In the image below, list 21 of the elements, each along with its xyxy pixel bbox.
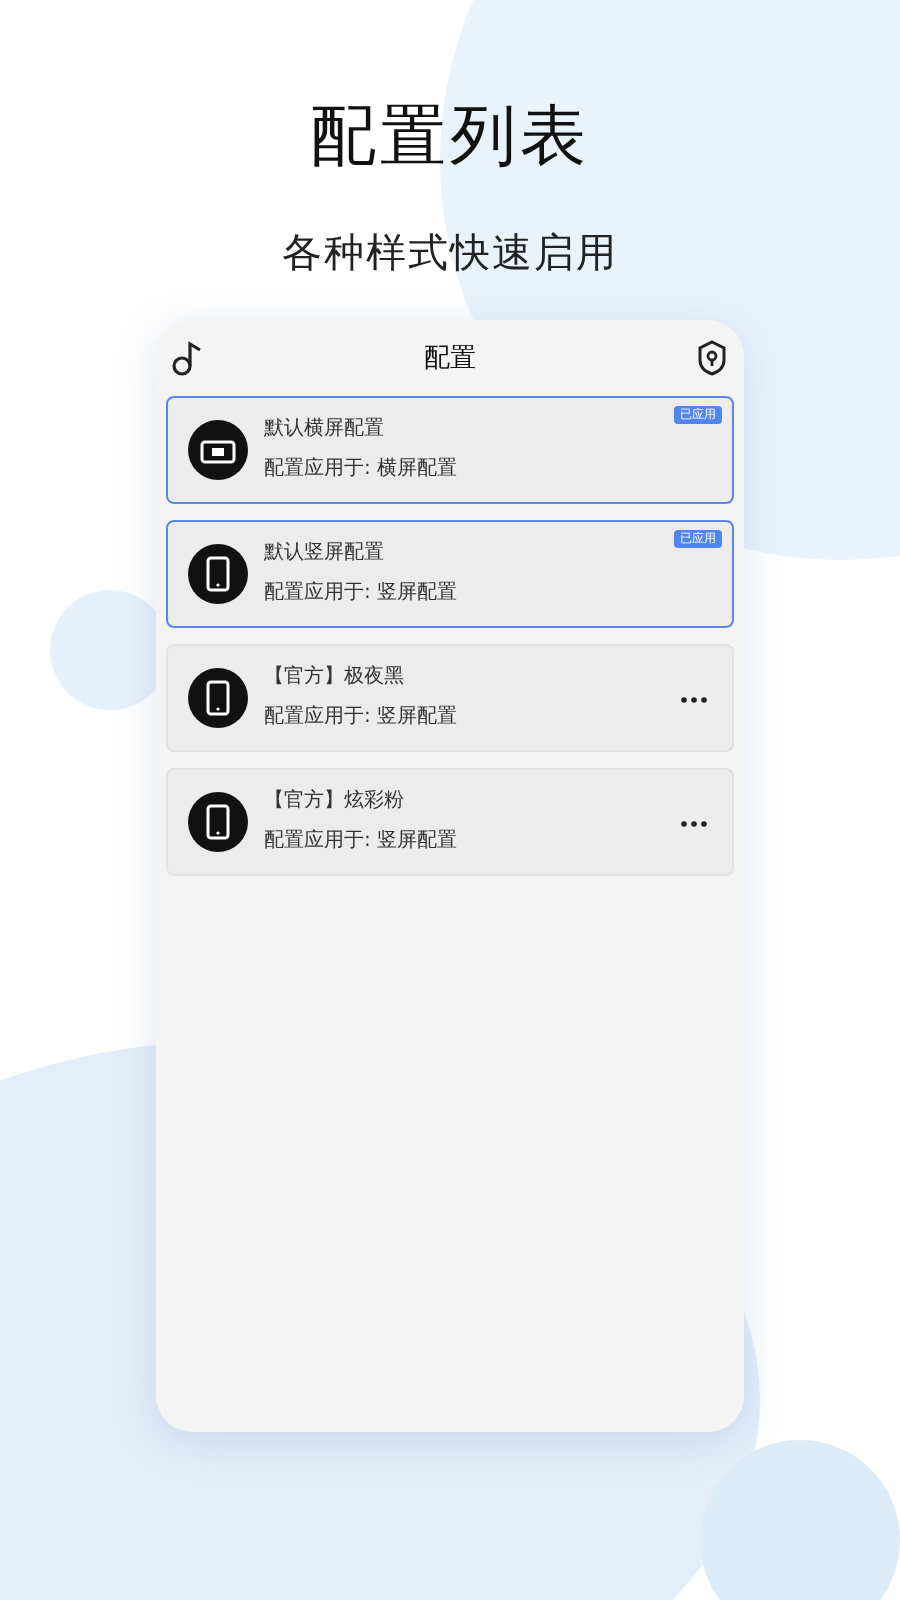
config-name: 【官方】极夜黑 <box>264 666 406 690</box>
config-name: 默认横屏配置 <box>264 418 386 442</box>
config-card[interactable]: 【官方】炫彩粉 配置应用于: 竖屏配置 <box>166 768 734 876</box>
config-name: 默认竖屏配置 <box>264 542 386 566</box>
config-card[interactable]: 【官方】极夜黑 配置应用于: 竖屏配置 <box>166 644 734 752</box>
phone-icon <box>188 544 248 604</box>
music-note-icon[interactable] <box>172 340 204 376</box>
config-description: 配置应用于: 竖屏配置 <box>264 706 458 730</box>
config-name: 【官方】炫彩粉 <box>264 790 406 814</box>
phone-icon <box>188 668 248 728</box>
screen-title: 配置 <box>424 342 476 376</box>
config-description: 配置应用于: 横屏配置 <box>264 458 458 482</box>
config-description: 配置应用于: 竖屏配置 <box>264 830 458 854</box>
shield-icon[interactable] <box>696 340 728 376</box>
page-subtitle: 各种样式快速启用 <box>282 226 618 280</box>
phone-icon <box>188 792 248 852</box>
landscape-device-icon <box>188 420 248 480</box>
more-icon[interactable] <box>680 820 708 828</box>
config-description: 配置应用于: 竖屏配置 <box>264 582 458 606</box>
page-title: 配置列表 <box>310 94 590 178</box>
more-icon[interactable] <box>680 696 708 704</box>
